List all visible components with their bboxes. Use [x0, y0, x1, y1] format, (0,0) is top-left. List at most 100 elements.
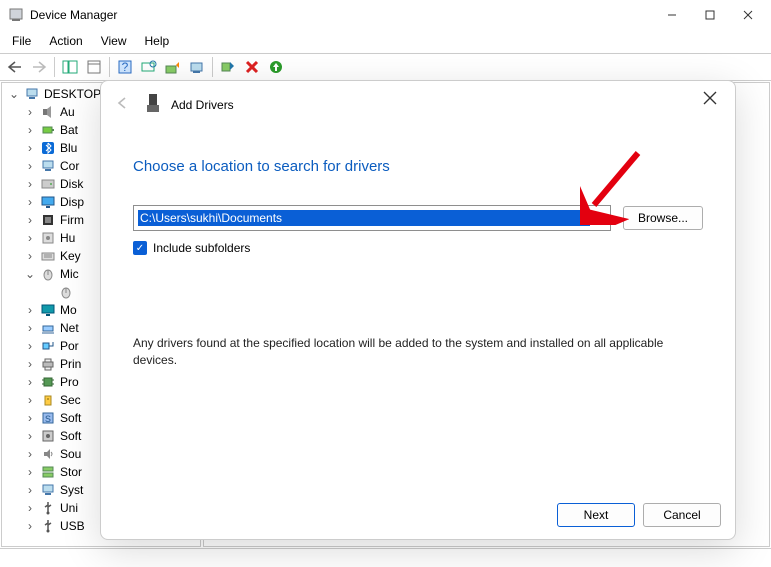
menu-action[interactable]: Action [41, 32, 90, 50]
device-icon [40, 230, 56, 246]
enable-button[interactable] [217, 56, 239, 78]
expand-icon[interactable]: › [24, 304, 36, 316]
expand-icon[interactable]: › [24, 448, 36, 460]
info-text: Any drivers found at the specified locat… [133, 335, 703, 369]
tree-item-label: Hu [60, 231, 75, 245]
tree-item-label: Syst [60, 483, 83, 497]
update-driver-button[interactable] [162, 56, 184, 78]
expand-icon[interactable]: › [24, 466, 36, 478]
device-icon [40, 194, 56, 210]
expand-icon[interactable]: › [24, 430, 36, 442]
computer-icon [24, 86, 40, 102]
back-button[interactable] [4, 56, 26, 78]
tree-item-label: Au [60, 105, 75, 119]
wizard-icon [145, 93, 161, 116]
add-driver-button[interactable] [265, 56, 287, 78]
tree-item-label: Disp [60, 195, 84, 209]
expand-icon[interactable]: ⌄ [24, 268, 36, 280]
tree-item-label: Soft [60, 429, 81, 443]
include-subfolders-checkbox[interactable]: ✓ [133, 241, 147, 255]
statusbar [0, 548, 771, 566]
expand-icon[interactable]: › [24, 106, 36, 118]
expand-icon[interactable]: › [24, 520, 36, 532]
tree-item-label: Cor [60, 159, 79, 173]
device-icon [40, 320, 56, 336]
expand-icon[interactable]: › [24, 412, 36, 424]
device-icon [40, 518, 56, 534]
svg-text:s: s [45, 411, 51, 425]
device-icon [40, 428, 56, 444]
maximize-button[interactable] [691, 1, 729, 29]
next-button[interactable]: Next [557, 503, 635, 527]
forward-button[interactable] [28, 56, 50, 78]
device-icon [40, 500, 56, 516]
device-icon [40, 248, 56, 264]
device-icon [40, 212, 56, 228]
dialog-back-button[interactable] [115, 96, 135, 113]
device-icon [40, 482, 56, 498]
device-icon [40, 158, 56, 174]
expand-icon[interactable]: › [24, 502, 36, 514]
expand-icon[interactable]: › [24, 142, 36, 154]
dialog-close-button[interactable] [703, 91, 721, 109]
help-button[interactable]: ? [114, 56, 136, 78]
expand-icon[interactable]: › [24, 250, 36, 262]
tree-root-label: DESKTOP [44, 87, 101, 101]
path-value[interactable]: C:\Users\sukhi\Documents [138, 210, 590, 226]
uninstall-button[interactable] [186, 56, 208, 78]
menu-view[interactable]: View [93, 32, 135, 50]
expand-icon[interactable]: › [24, 196, 36, 208]
tree-item-label: Mic [60, 267, 79, 281]
tree-item-label: Firm [60, 213, 84, 227]
properties-button[interactable] [83, 56, 105, 78]
dialog-heading: Choose a location to search for drivers [133, 158, 703, 175]
path-combobox[interactable]: C:\Users\sukhi\Documents ⌄ [133, 205, 611, 231]
device-icon [40, 140, 56, 156]
minimize-button[interactable] [653, 1, 691, 29]
tree-item-label: Pro [60, 375, 79, 389]
expand-icon[interactable]: › [24, 160, 36, 172]
mouse-icon [58, 284, 74, 300]
menu-file[interactable]: File [4, 32, 39, 50]
tree-item-label: Blu [60, 141, 77, 155]
disable-button[interactable] [241, 56, 263, 78]
tree-item-label: Uni [60, 501, 78, 515]
include-subfolders-label: Include subfolders [153, 241, 250, 255]
expand-icon[interactable]: › [24, 214, 36, 226]
close-button[interactable] [729, 1, 767, 29]
expand-icon[interactable]: › [24, 322, 36, 334]
tree-item-label: Soft [60, 411, 81, 425]
tree-item-label: USB [60, 519, 85, 533]
device-icon [40, 302, 56, 318]
menu-help[interactable]: Help [137, 32, 178, 50]
expand-icon[interactable]: › [24, 124, 36, 136]
expand-icon[interactable]: › [24, 340, 36, 352]
device-icon [40, 446, 56, 462]
collapse-icon[interactable]: ⌄ [8, 88, 20, 100]
show-hide-tree-button[interactable] [59, 56, 81, 78]
tree-item-label: Key [60, 249, 81, 263]
tree-item-label: Sou [60, 447, 81, 461]
expand-icon[interactable]: › [24, 394, 36, 406]
cancel-button[interactable]: Cancel [643, 503, 721, 527]
device-icon [40, 122, 56, 138]
device-icon: s [40, 410, 56, 426]
window-title: Device Manager [30, 8, 653, 22]
expand-icon[interactable]: › [24, 376, 36, 388]
device-icon [40, 356, 56, 372]
titlebar: Device Manager [0, 0, 771, 30]
tree-item-label: Stor [60, 465, 82, 479]
dialog-title: Add Drivers [171, 98, 234, 112]
expand-icon[interactable]: › [24, 358, 36, 370]
expand-icon[interactable]: › [24, 232, 36, 244]
svg-text:?: ? [122, 60, 129, 74]
expand-icon[interactable]: › [24, 484, 36, 496]
device-icon [40, 104, 56, 120]
menubar: File Action View Help [0, 30, 771, 53]
device-icon [40, 176, 56, 192]
chevron-down-icon[interactable]: ⌄ [590, 211, 610, 225]
device-icon [40, 392, 56, 408]
browse-button[interactable]: Browse... [623, 206, 703, 230]
expand-icon[interactable]: › [24, 178, 36, 190]
scan-hardware-button[interactable] [138, 56, 160, 78]
